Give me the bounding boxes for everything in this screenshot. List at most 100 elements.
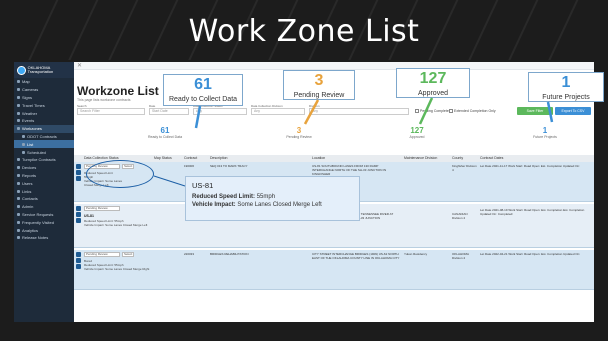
camera-icon[interactable]	[76, 212, 81, 217]
stat-future[interactable]: 1 Future Projects	[520, 126, 570, 139]
sidebar-item-weather[interactable]: Weather	[14, 109, 74, 117]
status-select[interactable]: Pending Review	[84, 252, 120, 257]
callout-future: 1 Future Projects	[528, 72, 604, 102]
camera-icon[interactable]	[76, 258, 81, 263]
table-header: Data Collection Status Map Status Contra…	[74, 155, 594, 162]
sidebar-item-label: List	[27, 141, 34, 147]
county-cell: OKLAHOMA Division 4	[452, 252, 469, 260]
callout-approved-number: 127	[419, 70, 447, 87]
row-actions	[76, 252, 81, 270]
th-maintenance-division[interactable]: Maintenance Division	[404, 156, 437, 160]
edit-icon[interactable]	[76, 164, 81, 169]
nav-icon	[17, 80, 20, 84]
sidebar-item-contacts[interactable]: Contacts	[14, 195, 74, 203]
map-status-select[interactable]: Select	[122, 252, 134, 257]
sidebar-item-travel-times[interactable]: Travel Times	[14, 101, 74, 109]
division-cell: Yukon Residency	[404, 252, 428, 256]
sidebar-item-cameras[interactable]: Cameras	[14, 86, 74, 94]
stat-approved-number: 127	[410, 126, 424, 135]
stat-approved[interactable]: 127 Approved	[392, 126, 442, 139]
status-filter-select[interactable]: Any	[193, 108, 247, 115]
county-cell: Kingfisher Division 4	[452, 164, 477, 172]
sidebar-item-workzones[interactable]: Workzones	[14, 124, 74, 133]
detail-line: Vehicle Impact: Some Lanes Closed Merge …	[84, 223, 148, 227]
stat-pending-number: 3	[296, 126, 302, 135]
pending-complete-checkbox[interactable]: Pending Complete	[415, 109, 449, 114]
save-filter-button[interactable]: Save Filter	[517, 107, 553, 115]
nav-icon	[17, 212, 20, 216]
description-cell: SEQ 013 TO MARK TRACY	[210, 164, 248, 168]
sidebar-item-events[interactable]: Events	[14, 117, 74, 125]
th-contract-dates[interactable]: Contract Dates	[480, 156, 503, 160]
logo-text: OKLAHOMA Transportation	[27, 65, 54, 74]
sidebar-item-list[interactable]: List	[14, 140, 74, 149]
sidebar-item-analytics[interactable]: Analytics	[14, 226, 74, 234]
detail-line: Vehicle Impact: Some Lanes Closed Merge …	[84, 267, 150, 271]
map-pin-icon[interactable]	[76, 176, 81, 181]
sidebar-item-label: ODOT Contracts	[27, 133, 57, 139]
zoom-speed-value: 55mph	[256, 194, 276, 200]
sidebar-item-scheduled[interactable]: Scheduled	[14, 148, 74, 156]
row-details: Bored Reduced Speed Limit: 55mph Vehicle…	[84, 259, 149, 271]
sidebar-item-release-notes[interactable]: Release Notes	[14, 234, 74, 242]
sidebar-item-links[interactable]: Links	[14, 187, 74, 195]
sidebar-item-label: Service Requests	[22, 211, 54, 217]
sidebar-item-signs[interactable]: Signs	[14, 94, 74, 102]
th-description[interactable]: Description	[210, 156, 228, 160]
table-row[interactable]: Pending Review Select 220033 BRIDGES REH…	[74, 250, 594, 290]
status-select[interactable]: Pending Review	[84, 206, 120, 211]
map-pin-icon[interactable]	[76, 218, 81, 223]
callout-pending: 3 Pending Review	[283, 70, 355, 100]
nav-icon	[17, 205, 20, 209]
extended-completion-label: Extended Completion Only	[454, 109, 496, 113]
nav-icon	[17, 127, 20, 131]
camera-icon[interactable]	[76, 170, 81, 175]
sidebar-item-label: Analytics	[22, 227, 39, 233]
nav-icon	[17, 236, 20, 240]
nav-icon	[17, 181, 20, 185]
sidebar-item-label: Cameras	[22, 87, 39, 93]
county-cell: CANADIAN Division 4	[452, 212, 468, 220]
map-pin-icon[interactable]	[76, 264, 81, 269]
zoom-title: US-81	[192, 181, 214, 190]
nav-icon	[17, 166, 20, 170]
sidebar-item-admin[interactable]: Admin	[14, 203, 74, 211]
start-date-input[interactable]: Start Date	[149, 108, 189, 115]
sidebar-nav: Map Cameras Signs Travel Times Weather Events…	[14, 78, 74, 242]
stat-pending[interactable]: 3 Pending Review	[274, 126, 324, 139]
sidebar: OKLAHOMA Transportation Map Cameras Signs T…	[14, 62, 74, 322]
sidebar-item-turnpike-contracts[interactable]: Turnpike Contracts	[14, 156, 74, 164]
division2-filter-select[interactable]: Any	[309, 108, 409, 115]
presentation-slide: Work Zone List OKLAHOMA Transportation M…	[0, 0, 608, 341]
nav-icon	[17, 95, 20, 99]
zoom-detail-box: US-81 Reduced Speed Limit: 55mph Vehicle…	[185, 176, 360, 221]
sidebar-item-map[interactable]: Map	[14, 78, 74, 86]
sidebar-item-label: Links	[22, 188, 32, 194]
logo-mark	[17, 65, 26, 75]
search-input[interactable]: Search Filter	[77, 108, 145, 115]
sidebar-item-label: Contacts	[22, 196, 38, 202]
callout-future-number: 1	[561, 74, 571, 91]
sidebar-item-reports[interactable]: Reports	[14, 172, 74, 180]
edit-icon[interactable]	[76, 252, 81, 257]
th-county[interactable]: County	[452, 156, 463, 160]
sidebar-item-service-requests[interactable]: Service Requests	[14, 211, 74, 219]
sidebar-item-odot-contracts[interactable]: ODOT Contracts	[14, 133, 74, 141]
extended-completion-checkbox[interactable]: Extended Completion Only	[449, 109, 496, 114]
sidebar-item-frequently-visited[interactable]: Frequently Visited	[14, 218, 74, 226]
nav-icon	[17, 220, 20, 224]
th-contract[interactable]: Contract	[184, 156, 197, 160]
export-csv-button[interactable]: Export To CSV	[555, 107, 591, 115]
close-icon[interactable]: ✕	[77, 62, 82, 70]
sidebar-item-label: Turnpike Contracts	[22, 157, 56, 163]
sidebar-item-label: Workzones	[22, 126, 42, 132]
th-map-status[interactable]: Map Status	[154, 156, 172, 160]
nav-icon	[17, 119, 20, 123]
sidebar-item-devices[interactable]: Devices	[14, 164, 74, 172]
edit-icon[interactable]	[76, 206, 81, 211]
division-filter-select[interactable]: Any	[251, 108, 305, 115]
stat-pending-label: Pending Review	[286, 135, 312, 139]
stat-ready[interactable]: 61 Ready to Collect Data	[140, 126, 190, 139]
sidebar-item-users[interactable]: Users	[14, 179, 74, 187]
th-location[interactable]: Location	[312, 156, 325, 160]
